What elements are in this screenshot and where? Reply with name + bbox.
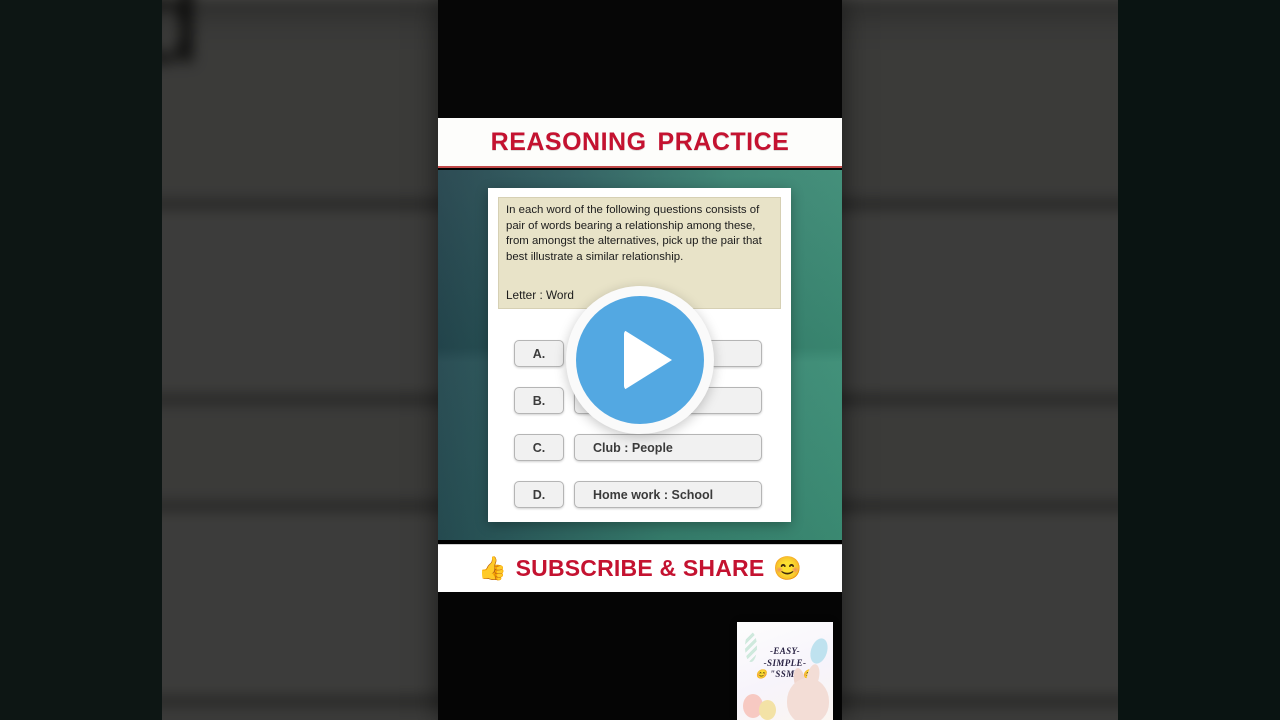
option-letter-d[interactable]: D. xyxy=(514,481,564,508)
title-word-reasoning: REASONING xyxy=(490,127,647,156)
title-word-practice: PRACTICE xyxy=(657,127,790,156)
page-title: REASONING PRACTICE xyxy=(491,128,790,157)
subscribe-banner[interactable]: 👍 SUBSCRIBE & SHARE 😊 xyxy=(438,544,842,592)
subscribe-share-label: SUBSCRIBE & SHARE xyxy=(515,555,765,581)
left-gutter xyxy=(0,0,162,720)
option-letter-b[interactable]: B. xyxy=(514,387,564,414)
slide-title-bar: REASONING PRACTICE xyxy=(438,118,842,168)
option-row-c[interactable]: C. Club : People xyxy=(514,434,762,461)
right-gutter xyxy=(1118,0,1280,720)
question-pair: Letter : Word xyxy=(506,288,574,302)
screenshot-root: relationship among these, from alternati… xyxy=(0,0,1280,720)
play-button[interactable] xyxy=(566,286,714,434)
option-value-d[interactable]: Home work : School xyxy=(574,481,762,508)
thumbnail-egg-yellow xyxy=(759,700,776,720)
question-prompt: In each word of the following questions … xyxy=(506,204,762,264)
thumbnail-bunny-icon xyxy=(787,678,829,720)
option-letter-c[interactable]: C. xyxy=(514,434,564,461)
option-value-c[interactable]: Club : People xyxy=(574,434,762,461)
play-button-circle[interactable] xyxy=(576,296,704,424)
channel-thumbnail[interactable]: -EASY- -SIMPLE- 😊 "SSM" 😊 xyxy=(737,622,833,720)
thumbs-up-icon: 👍 xyxy=(477,555,507,581)
video-letterbox-top xyxy=(438,0,842,118)
option-row-d[interactable]: D. Home work : School xyxy=(514,481,762,508)
smiling-face-icon: 😊 xyxy=(773,555,803,581)
play-triangle-icon xyxy=(624,330,672,390)
option-letter-a[interactable]: A. xyxy=(514,340,564,367)
thumbnail-line-1: -EASY- xyxy=(769,646,801,656)
